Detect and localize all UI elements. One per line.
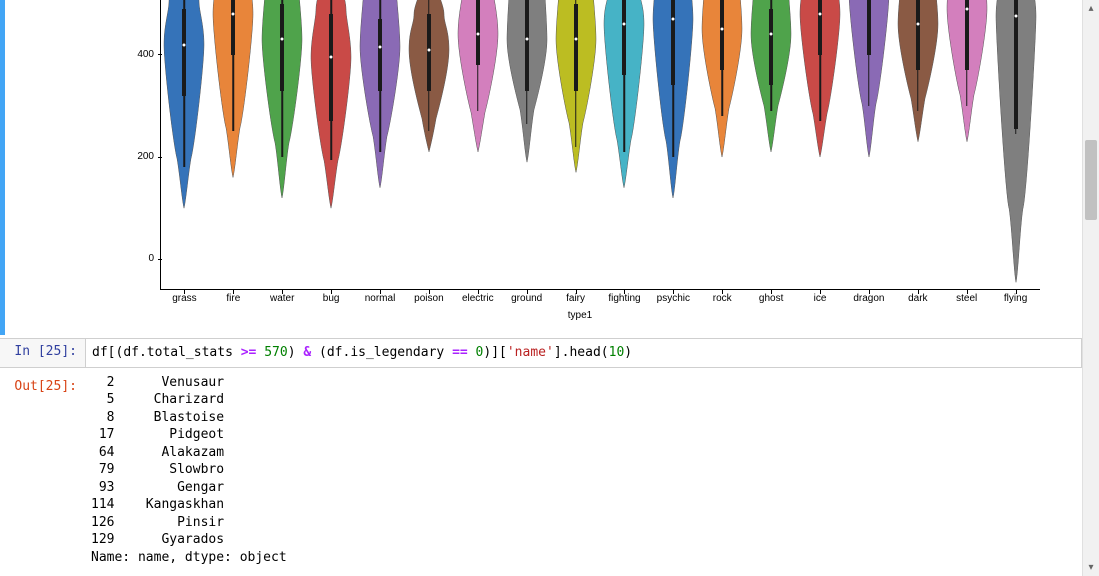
x-axis-label: type1 bbox=[100, 310, 1060, 321]
plot-output-area: total_stats type1 0200400 grassfirewater… bbox=[0, 0, 1082, 335]
vertical-scrollbar[interactable]: ▴ ▾ bbox=[1082, 0, 1099, 576]
y-tick: 400 bbox=[124, 49, 154, 60]
violin-normal bbox=[356, 0, 405, 290]
violin-flying bbox=[991, 0, 1040, 290]
violin-fighting bbox=[600, 0, 649, 290]
scroll-thumb[interactable] bbox=[1085, 140, 1097, 220]
x-tick: poison bbox=[404, 293, 453, 304]
violin-dragon bbox=[844, 0, 893, 290]
x-tick: psychic bbox=[649, 293, 698, 304]
code-cell: In [25]: df[(df.total_stats >= 570) & (d… bbox=[0, 338, 1082, 567]
x-tick: fighting bbox=[600, 293, 649, 304]
x-tick: grass bbox=[160, 293, 209, 304]
violin-ground bbox=[502, 0, 551, 290]
violin-fire bbox=[209, 0, 258, 290]
x-tick: ground bbox=[502, 293, 551, 304]
violin-psychic bbox=[649, 0, 698, 290]
input-prompt: In [25]: bbox=[0, 339, 85, 364]
violin-steel bbox=[942, 0, 991, 290]
code-input-row: In [25]: df[(df.total_stats >= 570) & (d… bbox=[0, 338, 1082, 368]
violin-grass bbox=[160, 0, 209, 290]
x-tick: normal bbox=[356, 293, 405, 304]
output-prompt: Out[25]: bbox=[0, 374, 85, 399]
scroll-down-button[interactable]: ▾ bbox=[1083, 559, 1099, 576]
y-tick: 0 bbox=[124, 253, 154, 264]
x-tick: steel bbox=[942, 293, 991, 304]
x-tick: fire bbox=[209, 293, 258, 304]
violin-ice bbox=[796, 0, 845, 290]
code-output-row: Out[25]: 2 Venusaur 5 Charizard 8 Blasto… bbox=[0, 368, 1082, 567]
violin-dark bbox=[893, 0, 942, 290]
x-tick: bug bbox=[307, 293, 356, 304]
x-tick: dark bbox=[893, 293, 942, 304]
violin-fairy bbox=[551, 0, 600, 290]
x-tick: ice bbox=[796, 293, 845, 304]
violin-electric bbox=[453, 0, 502, 290]
x-tick: ghost bbox=[747, 293, 796, 304]
violin-poison bbox=[404, 0, 453, 290]
x-tick: rock bbox=[698, 293, 747, 304]
x-tick: dragon bbox=[844, 293, 893, 304]
violin-rock bbox=[698, 0, 747, 290]
x-tick: electric bbox=[453, 293, 502, 304]
violin-water bbox=[258, 0, 307, 290]
x-tick: fairy bbox=[551, 293, 600, 304]
violin-plot: total_stats type1 0200400 grassfirewater… bbox=[100, 0, 1060, 328]
violins-container bbox=[160, 0, 1040, 290]
x-tick: flying bbox=[991, 293, 1040, 304]
code-editor[interactable]: df[(df.total_stats >= 570) & (df.is_lege… bbox=[85, 339, 1081, 367]
x-tick: water bbox=[258, 293, 307, 304]
x-ticks: grassfirewaterbugnormalpoisonelectricgro… bbox=[160, 293, 1040, 304]
violin-bug bbox=[307, 0, 356, 290]
violin-ghost bbox=[747, 0, 796, 290]
y-tick: 200 bbox=[124, 151, 154, 162]
scroll-up-button[interactable]: ▴ bbox=[1083, 0, 1099, 17]
jupyter-page: total_stats type1 0200400 grassfirewater… bbox=[0, 0, 1099, 576]
output-text: 2 Venusaur 5 Charizard 8 Blastoise 17 Pi… bbox=[85, 374, 1082, 567]
